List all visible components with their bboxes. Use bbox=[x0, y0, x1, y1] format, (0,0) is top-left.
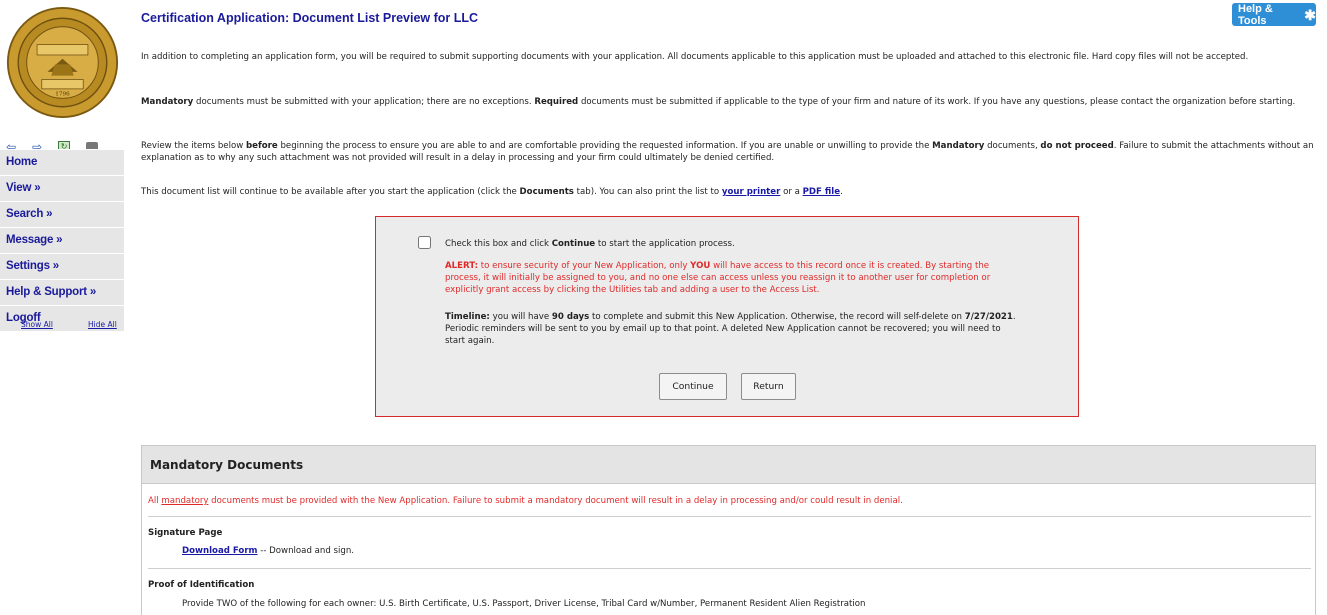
sidebar-item-search[interactable]: Search » bbox=[0, 201, 124, 227]
mandatory-documents-panel: Mandatory Documents All mandatory docume… bbox=[141, 445, 1316, 615]
text: -- Download and sign. bbox=[257, 546, 355, 556]
tennessee-state-seal: 1796 bbox=[6, 6, 119, 119]
bold-continue: Continue bbox=[551, 239, 596, 249]
show-all-link[interactable]: Show All bbox=[21, 320, 53, 329]
text: This document list will continue to be a… bbox=[141, 187, 520, 197]
divider bbox=[148, 516, 1311, 517]
text: documents must be submitted if applicabl… bbox=[578, 97, 1296, 107]
sidebar-nav: Home View » Search » Message » Settings … bbox=[0, 149, 124, 331]
start-instruction: Check this box and click Continue to sta… bbox=[445, 239, 735, 249]
text: beginning the process to ensure you are … bbox=[277, 141, 933, 151]
intro-paragraph-1: In addition to completing an application… bbox=[141, 52, 1249, 62]
bold-do-not-proceed: do not proceed bbox=[1040, 141, 1114, 151]
download-form-link[interactable]: Download Form bbox=[182, 546, 258, 556]
bold-you: YOU bbox=[690, 261, 711, 271]
sidebar-item-help-support[interactable]: Help & Support » bbox=[0, 279, 124, 305]
text: you will have bbox=[489, 312, 552, 322]
mandatory-note: All mandatory documents must be provided… bbox=[148, 496, 903, 506]
start-application-box: Check this box and click Continue to sta… bbox=[375, 216, 1079, 417]
security-alert: ALERT: to ensure security of your New Ap… bbox=[445, 260, 1015, 296]
svg-text:1796: 1796 bbox=[55, 91, 70, 97]
hide-all-link[interactable]: Hide All bbox=[88, 320, 117, 329]
sidebar-item-settings[interactable]: Settings » bbox=[0, 253, 124, 279]
text: Review the items below bbox=[141, 141, 247, 151]
bold-mandatory: Mandatory bbox=[932, 141, 985, 151]
timeline-notice: Timeline: you will have 90 days to compl… bbox=[445, 311, 1020, 347]
sidebar-item-home[interactable]: Home bbox=[0, 149, 124, 175]
help-tools-button[interactable]: Help & Tools ✱ bbox=[1232, 2, 1316, 27]
bold-before: before bbox=[246, 141, 278, 151]
print-to-pdf-link[interactable]: PDF file bbox=[803, 187, 840, 197]
signature-page-title: Signature Page bbox=[148, 528, 223, 538]
text: or a bbox=[780, 187, 803, 197]
intro-paragraph-4: This document list will continue to be a… bbox=[141, 187, 1317, 199]
start-process-checkbox[interactable] bbox=[418, 236, 431, 249]
text: All bbox=[148, 496, 162, 506]
return-button[interactable]: Return bbox=[741, 373, 796, 400]
sidebar-item-message[interactable]: Message » bbox=[0, 227, 124, 253]
text: . bbox=[840, 187, 843, 197]
bold-days: 90 days bbox=[551, 312, 590, 322]
intro-paragraph-3: Review the items below before beginning … bbox=[141, 141, 1317, 164]
bold-required: Required bbox=[534, 97, 579, 107]
help-tools-label: Help & Tools bbox=[1238, 2, 1273, 27]
timeline-label: Timeline: bbox=[445, 312, 490, 322]
mandatory-link[interactable]: mandatory bbox=[161, 496, 208, 506]
alert-label: ALERT: bbox=[445, 261, 479, 271]
bold-mandatory: Mandatory bbox=[141, 97, 194, 107]
text: to complete and submit this New Applicat… bbox=[589, 312, 965, 322]
bold-documents: Documents bbox=[519, 187, 574, 197]
print-to-printer-link[interactable]: your printer bbox=[722, 187, 780, 197]
page-title: Certification Application: Document List… bbox=[141, 11, 479, 25]
proof-of-identification-title: Proof of Identification bbox=[148, 580, 255, 590]
text: documents must be submitted with your ap… bbox=[193, 97, 535, 107]
mandatory-documents-heading: Mandatory Documents bbox=[142, 446, 1315, 484]
text: Check this box and click bbox=[445, 239, 552, 249]
text: to start the application process. bbox=[595, 239, 735, 249]
proof-of-identification-text: Provide TWO of the following for each ow… bbox=[182, 599, 866, 609]
divider bbox=[148, 568, 1311, 569]
text: tab). You can also print the list to bbox=[573, 187, 722, 197]
text: to ensure security of your New Applicati… bbox=[478, 261, 691, 271]
continue-button[interactable]: Continue bbox=[659, 373, 727, 400]
signature-page-instructions: Download Form -- Download and sign. bbox=[182, 546, 354, 556]
sidebar-item-view[interactable]: View » bbox=[0, 175, 124, 201]
tools-icon: ✱ bbox=[1304, 6, 1316, 23]
text: documents must be provided with the New … bbox=[208, 496, 903, 506]
bold-delete-date: 7/27/2021 bbox=[964, 312, 1013, 322]
intro-paragraph-2: Mandatory documents must be submitted wi… bbox=[141, 97, 1317, 109]
text: documents, bbox=[984, 141, 1041, 151]
